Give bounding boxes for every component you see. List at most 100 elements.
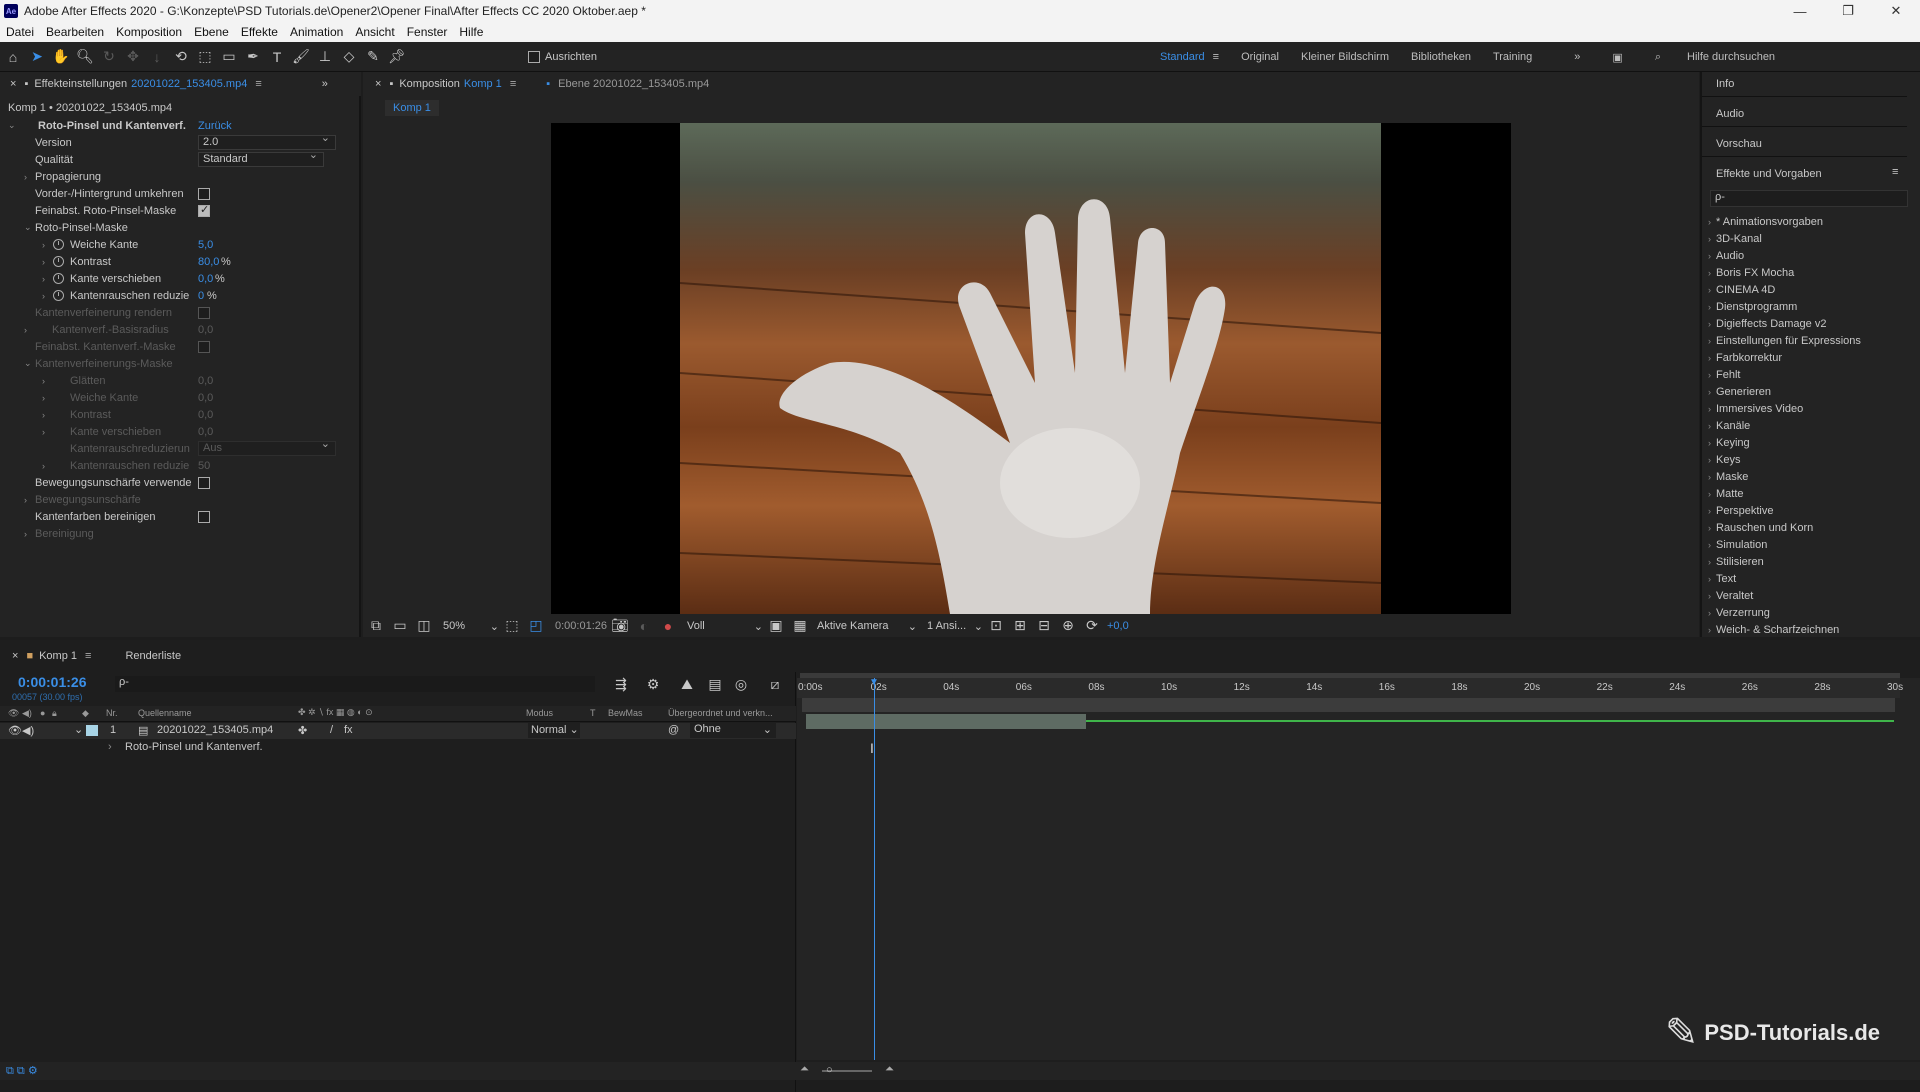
help-search-input[interactable]: Hilfe durchsuchen [1687,51,1775,63]
effect-category[interactable]: › Audio [1708,250,1744,262]
expand-icon[interactable]: › [1708,574,1711,584]
propagation-row[interactable]: › Propagierung [0,168,361,185]
effect-category[interactable]: › Einstellungen für Expressions [1708,335,1861,347]
effect-category[interactable]: › Dienstprogramm [1708,301,1797,313]
expand-icon[interactable]: › [1708,591,1711,601]
effect-category[interactable]: › Keying [1708,437,1750,449]
shift-edge-value[interactable]: 0,0 [198,273,213,285]
effect-controls-layer[interactable]: 20201022_153405.mp4 [131,78,247,90]
panel-menu-icon[interactable]: ≡ [1892,166,1898,178]
roto-mask-row[interactable]: ⌄ Roto-Pinsel-Maske [0,219,361,236]
hand-tool-icon[interactable]: ✋ [50,46,72,68]
label-color-swatch[interactable] [86,725,98,736]
effect-category[interactable]: › Maske [1708,471,1748,483]
close-button[interactable]: ✕ [1872,0,1920,22]
timeline-tab[interactable]: Komp 1 [39,650,77,662]
expand-icon[interactable]: › [42,240,45,250]
zoom-tool-icon[interactable]: 🔍︎ [74,46,96,68]
expand-icon[interactable]: › [1708,319,1711,329]
zoom-slider-handle[interactable]: ○ [826,1064,833,1076]
invert-fg-checkbox[interactable] [198,187,210,200]
expand-icon[interactable]: › [1708,217,1711,227]
menu-ebene[interactable]: Ebene [194,25,229,39]
layer-name[interactable]: 20201022_153405.mp4 [157,724,273,736]
chatter-value[interactable]: 0 [198,290,204,302]
panel-expand-icon[interactable]: » [322,78,328,90]
quality-switch-icon[interactable]: / [330,724,333,736]
snapshot-icon[interactable]: 📷︎ [609,615,631,637]
collapse-icon[interactable]: ⌄ [8,120,16,131]
effect-row[interactable]: › Roto-Pinsel und Kantenverf. [0,740,796,756]
zoom-in-icon[interactable]: ⏶ [885,1063,894,1076]
monitor-icon[interactable]: ▭ [389,615,411,637]
expand-icon[interactable]: › [1708,489,1711,499]
maximize-button[interactable]: ❐ [1824,0,1872,22]
refine-roto-checkbox[interactable] [198,203,210,217]
col-mode[interactable]: Modus [526,708,553,718]
effect-category[interactable]: › Generieren [1708,386,1771,398]
layer-tab[interactable]: Ebene 20201022_153405.mp4 [558,78,709,90]
pan-tool-icon[interactable]: ✥ [122,46,144,68]
menu-datei[interactable]: Datei [6,25,34,39]
lock-icon[interactable]: ▪ [389,78,393,90]
channel-icon[interactable]: ● [657,615,679,637]
zoom-out-icon[interactable]: ⏶ [800,1063,809,1076]
menu-ansicht[interactable]: Ansicht [355,25,394,39]
panel-menu-icon[interactable]: ≡ [510,78,516,90]
effect-category[interactable]: › 3D-Kanal [1708,233,1762,245]
effect-header-row[interactable]: ⌄ Roto-Pinsel und Kantenverf. Zurück [0,117,361,134]
fit-icon[interactable]: ⬚ [501,615,523,637]
workspace-standard[interactable]: Standard [1160,51,1205,63]
resolution-dropdown[interactable]: Voll ⌄ [687,620,763,633]
show-snapshot-icon[interactable]: ◐ [633,615,655,637]
zoom-dropdown[interactable]: 50% ⌄ [443,620,499,633]
expand-icon[interactable]: › [1708,472,1711,482]
workspace-original[interactable]: Original [1241,51,1279,63]
draft-3d-icon[interactable]: ⚙ [642,673,664,695]
lock-icon[interactable]: 🔒︎ [52,708,57,719]
menu-animation[interactable]: Animation [290,25,343,39]
expand-icon[interactable]: › [1708,557,1711,567]
close-tab-icon[interactable]: × [375,78,381,90]
expand-icon[interactable]: › [24,172,27,182]
always-preview-icon[interactable]: ⧉ [365,615,387,637]
audio-toggle-icon[interactable]: ◀) [22,724,34,737]
effect-category[interactable]: › Verzerrung [1708,607,1770,619]
timeline-search-input[interactable]: ρ- [115,676,595,692]
close-tab-icon[interactable]: × [12,650,18,662]
expand-icon[interactable]: › [1708,421,1711,431]
vr-icon[interactable]: ◫ [413,615,435,637]
frame-blending-icon[interactable]: ▤ [704,673,726,695]
render-queue-tab[interactable]: Renderliste [125,650,181,662]
expand-icon[interactable]: › [1708,302,1711,312]
collapse-icon[interactable]: ⌄ [74,723,83,736]
effect-category[interactable]: › Kanäle [1708,420,1750,432]
expand-icon[interactable]: › [1708,523,1711,533]
decontam-checkbox[interactable] [198,510,210,523]
reset-link[interactable]: Zurück [198,120,232,132]
expand-icon[interactable]: › [42,274,45,284]
effect-category[interactable]: › Matte [1708,488,1744,500]
views-dropdown[interactable]: 1 Ansi... ⌄ [927,620,983,633]
quality-dropdown[interactable]: Standard [198,149,324,167]
minimize-button[interactable]: — [1776,0,1824,22]
workspace-panel-icon[interactable]: ▣ [1612,51,1622,64]
motion-blur-icon[interactable]: ◎ [730,673,752,695]
expand-icon[interactable]: › [1708,455,1711,465]
align-checkbox[interactable] [528,50,540,63]
layer-row[interactable]: 👁︎ ◀) ⌄ 1 ▤ 20201022_153405.mp4 ✤ / fx N… [0,723,796,739]
expand-icon[interactable]: › [1708,438,1711,448]
col-track-matte[interactable]: BewMas [608,708,643,718]
workspace-kleiner-bildschirm[interactable]: Kleiner Bildschirm [1301,51,1389,63]
toggle-pixel-icon[interactable]: ⊡ [985,615,1007,637]
expand-icon[interactable]: › [1708,353,1711,363]
shy-layers-icon[interactable]: ⛰ [676,673,698,695]
brush-tool-icon[interactable]: 🖌︎ [290,46,312,68]
effect-category[interactable]: › Immersives Video [1708,403,1803,415]
info-panel-tab[interactable]: Info [1716,78,1734,90]
effect-category[interactable]: › Boris FX Mocha [1708,267,1794,279]
effect-category[interactable]: › Perspektive [1708,505,1773,517]
expand-icon[interactable]: › [1708,540,1711,550]
home-icon[interactable]: ⌂ [2,46,24,68]
effect-category[interactable]: › Stilisieren [1708,556,1764,568]
